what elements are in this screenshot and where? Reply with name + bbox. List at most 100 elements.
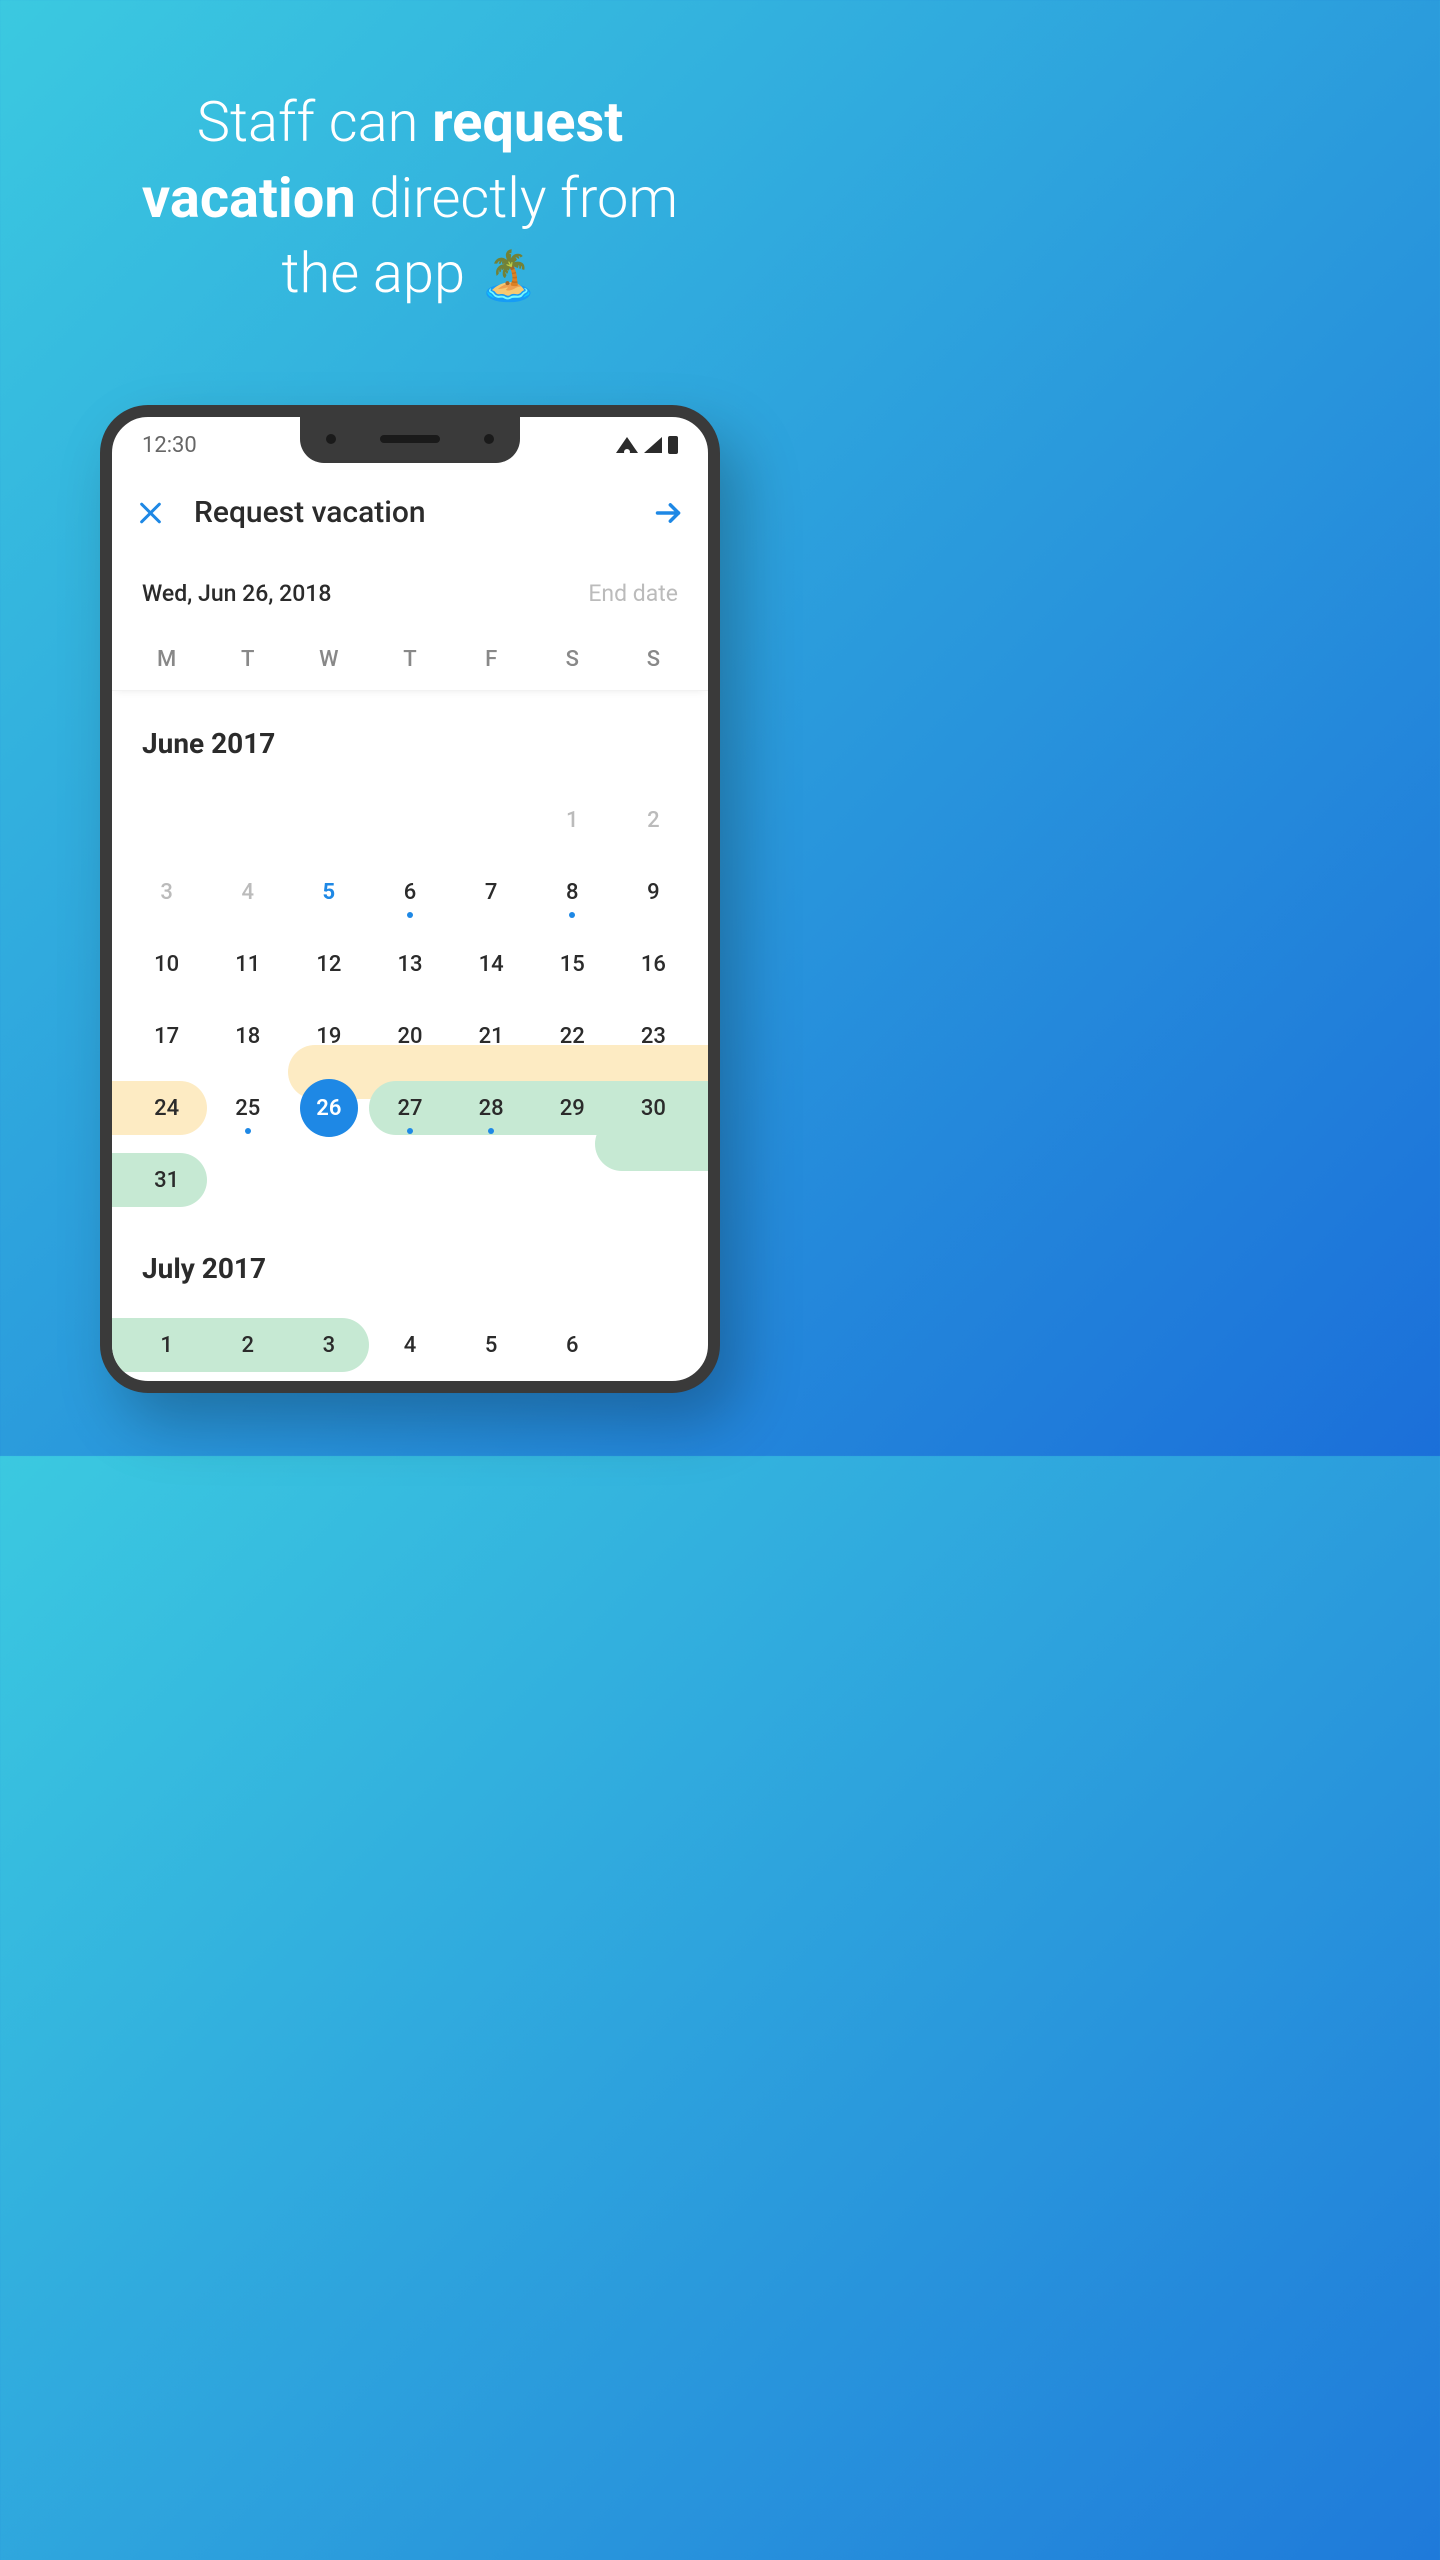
calendar-day[interactable]: 3 bbox=[126, 856, 207, 928]
calendar-blank bbox=[207, 784, 288, 856]
day-number: 2 bbox=[647, 808, 660, 833]
cellular-icon bbox=[644, 437, 662, 453]
calendar-day[interactable]: 5 bbox=[288, 856, 369, 928]
hero-bold-1: request bbox=[432, 89, 623, 155]
hero-text-1: Staff can bbox=[197, 89, 432, 155]
day-number: 4 bbox=[241, 880, 254, 905]
calendar-day[interactable]: 15 bbox=[532, 928, 613, 1000]
calendar-day[interactable]: 1 bbox=[532, 784, 613, 856]
event-dot-icon bbox=[407, 1128, 413, 1134]
next-arrow-icon[interactable] bbox=[654, 499, 682, 527]
battery-icon bbox=[668, 436, 678, 454]
day-number: 6 bbox=[566, 1333, 579, 1358]
day-number: 29 bbox=[560, 1096, 585, 1121]
day-number: 14 bbox=[479, 952, 504, 977]
day-number: 24 bbox=[154, 1096, 179, 1121]
event-dot-icon bbox=[245, 1128, 251, 1134]
dow-sun: S bbox=[613, 647, 694, 672]
calendar-blank bbox=[451, 784, 532, 856]
day-number: 18 bbox=[235, 1024, 260, 1049]
day-number: 31 bbox=[154, 1168, 179, 1193]
day-number: 19 bbox=[316, 1024, 341, 1049]
calendar-day[interactable]: 14 bbox=[451, 928, 532, 1000]
weekday-header: M T W T F S S bbox=[112, 627, 708, 691]
day-number: 27 bbox=[397, 1096, 422, 1121]
hero-text-2: directly from bbox=[356, 165, 678, 231]
day-number: 8 bbox=[566, 880, 579, 905]
day-number: 20 bbox=[397, 1024, 422, 1049]
day-number: 22 bbox=[560, 1024, 585, 1049]
calendar-day[interactable]: 2 bbox=[613, 784, 694, 856]
day-number: 10 bbox=[154, 952, 179, 977]
event-dot-icon bbox=[569, 912, 575, 918]
month-title: July 2017 bbox=[126, 1216, 694, 1309]
dow-wed: W bbox=[288, 647, 369, 672]
day-number: 5 bbox=[485, 1333, 498, 1358]
calendar-day[interactable]: 25 bbox=[207, 1072, 288, 1144]
calendar-day[interactable]: 5 bbox=[451, 1309, 532, 1381]
screen-title: Request vacation bbox=[194, 495, 622, 530]
calendar-day[interactable]: 11 bbox=[207, 928, 288, 1000]
calendar-grid-june: 1234567891011121314151617181920212223242… bbox=[126, 784, 694, 1216]
day-number: 6 bbox=[404, 880, 417, 905]
hero-text-3: the app bbox=[282, 240, 479, 306]
day-number: 1 bbox=[566, 808, 579, 833]
calendar-day[interactable]: 7 bbox=[451, 856, 532, 928]
close-icon[interactable] bbox=[138, 501, 162, 525]
calendar-day[interactable]: 16 bbox=[613, 928, 694, 1000]
day-number: 25 bbox=[235, 1096, 260, 1121]
calendar-day[interactable]: 6 bbox=[369, 856, 450, 928]
calendar-day[interactable]: 8 bbox=[532, 856, 613, 928]
day-number: 23 bbox=[641, 1024, 666, 1049]
day-number: 15 bbox=[560, 952, 585, 977]
day-number: 21 bbox=[479, 1024, 504, 1049]
status-icons bbox=[616, 436, 678, 454]
event-dot-icon bbox=[488, 1128, 494, 1134]
end-date-placeholder[interactable]: End date bbox=[588, 580, 678, 607]
day-number: 28 bbox=[479, 1096, 504, 1121]
event-dot-icon bbox=[407, 912, 413, 918]
month-june: June 2017 123456789101112131415161718192… bbox=[112, 691, 708, 1216]
day-number: 17 bbox=[154, 1024, 179, 1049]
day-number: 16 bbox=[641, 952, 666, 977]
calendar-day[interactable]: 4 bbox=[207, 856, 288, 928]
status-time: 12:30 bbox=[142, 433, 197, 458]
calendar-day[interactable]: 6 bbox=[532, 1309, 613, 1381]
wifi-icon bbox=[616, 437, 638, 453]
app-header: Request vacation bbox=[112, 473, 708, 552]
day-number: 3 bbox=[160, 880, 173, 905]
dow-thu: T bbox=[369, 647, 450, 672]
day-number: 7 bbox=[485, 880, 498, 905]
day-number: 13 bbox=[397, 952, 422, 977]
calendar-day[interactable]: 12 bbox=[288, 928, 369, 1000]
start-date-label[interactable]: Wed, Jun 26, 2018 bbox=[142, 580, 331, 607]
calendar-blank bbox=[369, 784, 450, 856]
phone-mockup: 12:30 Request vacation Wed, Jun 26, 2018… bbox=[100, 405, 720, 1393]
month-july: July 2017 1 2 3 4 5 6 bbox=[112, 1216, 708, 1381]
day-number: 1 bbox=[160, 1333, 173, 1358]
day-number: 2 bbox=[241, 1333, 254, 1358]
phone-notch bbox=[300, 415, 520, 463]
calendar-day[interactable]: 4 bbox=[369, 1309, 450, 1381]
calendar-day[interactable]: 18 bbox=[207, 1000, 288, 1072]
day-number: 11 bbox=[235, 952, 260, 977]
hero-bold-2: vacation bbox=[142, 165, 356, 231]
calendar-grid-july: 1 2 3 4 5 6 bbox=[126, 1309, 694, 1381]
day-number: 3 bbox=[323, 1333, 336, 1358]
day-number: 5 bbox=[323, 880, 336, 905]
calendar-day[interactable]: 9 bbox=[613, 856, 694, 928]
day-number: 30 bbox=[641, 1096, 666, 1121]
promo-headline: Staff can request vacation directly from… bbox=[0, 0, 820, 312]
date-range-row: Wed, Jun 26, 2018 End date bbox=[112, 552, 708, 627]
dow-mon: M bbox=[126, 647, 207, 672]
calendar-day[interactable]: 13 bbox=[369, 928, 450, 1000]
day-number: 4 bbox=[404, 1333, 417, 1358]
dow-sat: S bbox=[532, 647, 613, 672]
palm-island-emoji: 🏝️ bbox=[479, 247, 539, 304]
calendar-day[interactable]: 17 bbox=[126, 1000, 207, 1072]
calendar-day[interactable]: 10 bbox=[126, 928, 207, 1000]
month-title: June 2017 bbox=[126, 691, 694, 784]
day-number: 12 bbox=[316, 952, 341, 977]
dow-tue: T bbox=[207, 647, 288, 672]
day-number: 26 bbox=[316, 1096, 341, 1121]
